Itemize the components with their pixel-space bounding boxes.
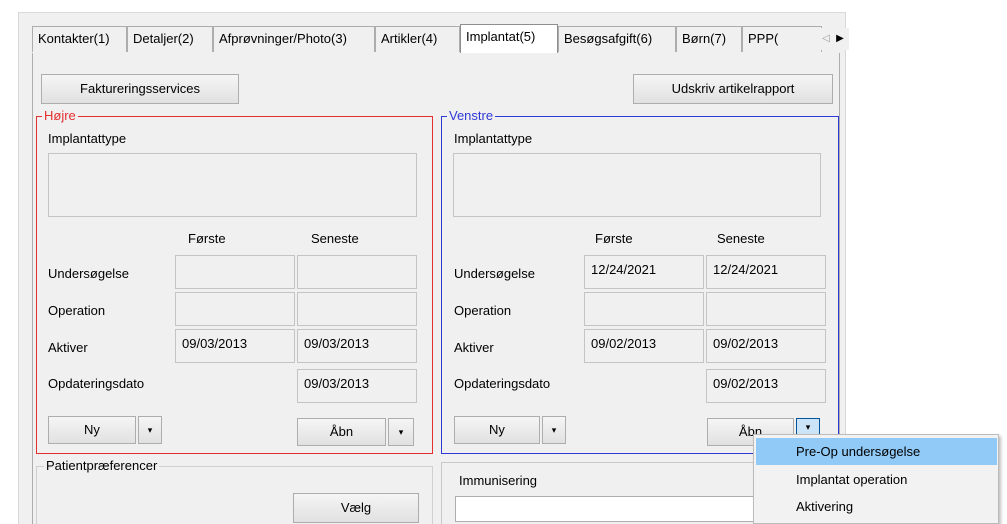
menu-item-activation[interactable]: Aktivering xyxy=(756,493,997,520)
left-examination-label: Undersøgelse xyxy=(454,266,535,281)
right-first-header: Første xyxy=(188,231,226,246)
chevron-down-icon: ▾ xyxy=(805,422,811,432)
right-operation-label: Operation xyxy=(48,303,106,318)
right-operation-latest-value xyxy=(298,293,304,299)
right-activation-latest: 09/03/2013 xyxy=(297,329,417,363)
tab-artikler[interactable]: Artikler(4) xyxy=(375,26,460,52)
left-implant-type-label: Implantattype xyxy=(454,131,533,146)
open-dropdown-menu: Pre-Op undersøgelse Implantat operation … xyxy=(753,434,999,524)
tab-label: Detaljer(2) xyxy=(133,31,194,46)
right-implant-type-field[interactable] xyxy=(48,153,417,217)
left-implant-type-field[interactable] xyxy=(453,153,821,217)
right-operation-latest xyxy=(297,292,417,326)
left-examination-first: 12/24/2021 xyxy=(584,255,704,289)
tab-besoegsafgift[interactable]: Besøgsafgift(6) xyxy=(558,26,676,52)
right-implant-type-label: Implantattype xyxy=(48,131,127,146)
tab-ppp[interactable]: PPP( xyxy=(742,26,822,52)
left-examination-latest-value: 12/24/2021 xyxy=(713,262,779,277)
right-activation-first: 09/03/2013 xyxy=(175,329,295,363)
tab-scroll-controls: ◁ ▶ xyxy=(819,28,849,50)
right-activation-first-value: 09/03/2013 xyxy=(182,336,248,351)
right-ear-legend: Højre xyxy=(42,108,78,123)
right-examination-label: Undersøgelse xyxy=(48,266,129,281)
left-operation-first-value xyxy=(585,293,591,299)
tab-label: Kontakter(1) xyxy=(38,31,110,46)
left-ear-legend: Venstre xyxy=(447,108,496,123)
chevron-down-icon: ▾ xyxy=(551,425,557,435)
right-latest-header: Seneste xyxy=(311,231,359,246)
right-examination-first-value xyxy=(176,256,182,262)
right-open-dropdown[interactable]: ▾ xyxy=(388,418,414,446)
left-activation-label: Aktiver xyxy=(454,340,494,355)
left-operation-label: Operation xyxy=(454,303,512,318)
right-activation-latest-value: 09/03/2013 xyxy=(304,336,370,351)
right-operation-first-value xyxy=(176,293,182,299)
tab-label: Børn(7) xyxy=(682,31,727,46)
tab-boern[interactable]: Børn(7) xyxy=(676,26,742,52)
left-update-date-latest: 09/02/2013 xyxy=(706,369,826,403)
left-operation-latest-value xyxy=(707,293,713,299)
immunization-label: Immunisering xyxy=(459,473,538,488)
right-new-dropdown[interactable]: ▾ xyxy=(138,416,162,444)
menu-item-pre-op-examination[interactable]: Pre-Op undersøgelse xyxy=(756,438,997,465)
tab-implantat[interactable]: Implantat(5) xyxy=(460,24,558,53)
chevron-down-icon: ▾ xyxy=(147,425,153,435)
left-new-button[interactable]: Ny xyxy=(454,416,540,444)
tab-label: PPP( xyxy=(748,31,779,46)
print-article-report-button[interactable]: Udskriv artikelrapport xyxy=(633,74,833,104)
right-update-date-label: Opdateringsdato xyxy=(48,376,145,391)
right-update-date-value: 09/03/2013 xyxy=(304,376,370,391)
menu-item-implant-operation[interactable]: Implantat operation xyxy=(756,466,997,493)
right-operation-first xyxy=(175,292,295,326)
tab-label: Artikler(4) xyxy=(381,31,438,46)
left-update-date-label: Opdateringsdato xyxy=(454,376,551,391)
tab-detaljer[interactable]: Detaljer(2) xyxy=(127,26,213,52)
right-open-button[interactable]: Åbn xyxy=(297,418,386,446)
left-operation-first xyxy=(584,292,704,326)
right-update-date-latest: 09/03/2013 xyxy=(297,369,417,403)
right-examination-first xyxy=(175,255,295,289)
billing-services-button[interactable]: Faktureringsservices xyxy=(41,74,239,104)
right-examination-latest xyxy=(297,255,417,289)
patient-preferences-legend: Patientpræferencer xyxy=(44,458,160,473)
left-latest-header: Seneste xyxy=(717,231,765,246)
tab-label: Afprøvninger/Photo(3) xyxy=(219,31,347,46)
tab-label: Implantat(5) xyxy=(466,29,536,44)
left-activation-latest-value: 09/02/2013 xyxy=(713,336,779,351)
scroll-right-icon[interactable]: ▶ xyxy=(833,28,847,50)
choose-button[interactable]: Vælg xyxy=(293,493,419,523)
left-new-dropdown[interactable]: ▾ xyxy=(542,416,566,444)
left-activation-latest: 09/02/2013 xyxy=(706,329,826,363)
tab-afproevninger[interactable]: Afprøvninger/Photo(3) xyxy=(213,26,375,52)
tab-label: Besøgsafgift(6) xyxy=(564,31,653,46)
chevron-down-icon: ▾ xyxy=(398,427,404,437)
left-activation-first: 09/02/2013 xyxy=(584,329,704,363)
tab-kontakter[interactable]: Kontakter(1) xyxy=(32,26,127,52)
tab-strip: Kontakter(1) Detaljer(2) Afprøvninger/Ph… xyxy=(32,24,849,53)
scroll-left-icon[interactable]: ◁ xyxy=(819,28,833,50)
left-first-header: Første xyxy=(595,231,633,246)
left-update-date-value: 09/02/2013 xyxy=(713,376,779,391)
right-examination-latest-value xyxy=(298,256,304,262)
right-activation-label: Aktiver xyxy=(48,340,88,355)
left-examination-first-value: 12/24/2021 xyxy=(591,262,657,277)
left-activation-first-value: 09/02/2013 xyxy=(591,336,657,351)
left-operation-latest xyxy=(706,292,826,326)
right-new-button[interactable]: Ny xyxy=(48,416,136,444)
left-examination-latest: 12/24/2021 xyxy=(706,255,826,289)
